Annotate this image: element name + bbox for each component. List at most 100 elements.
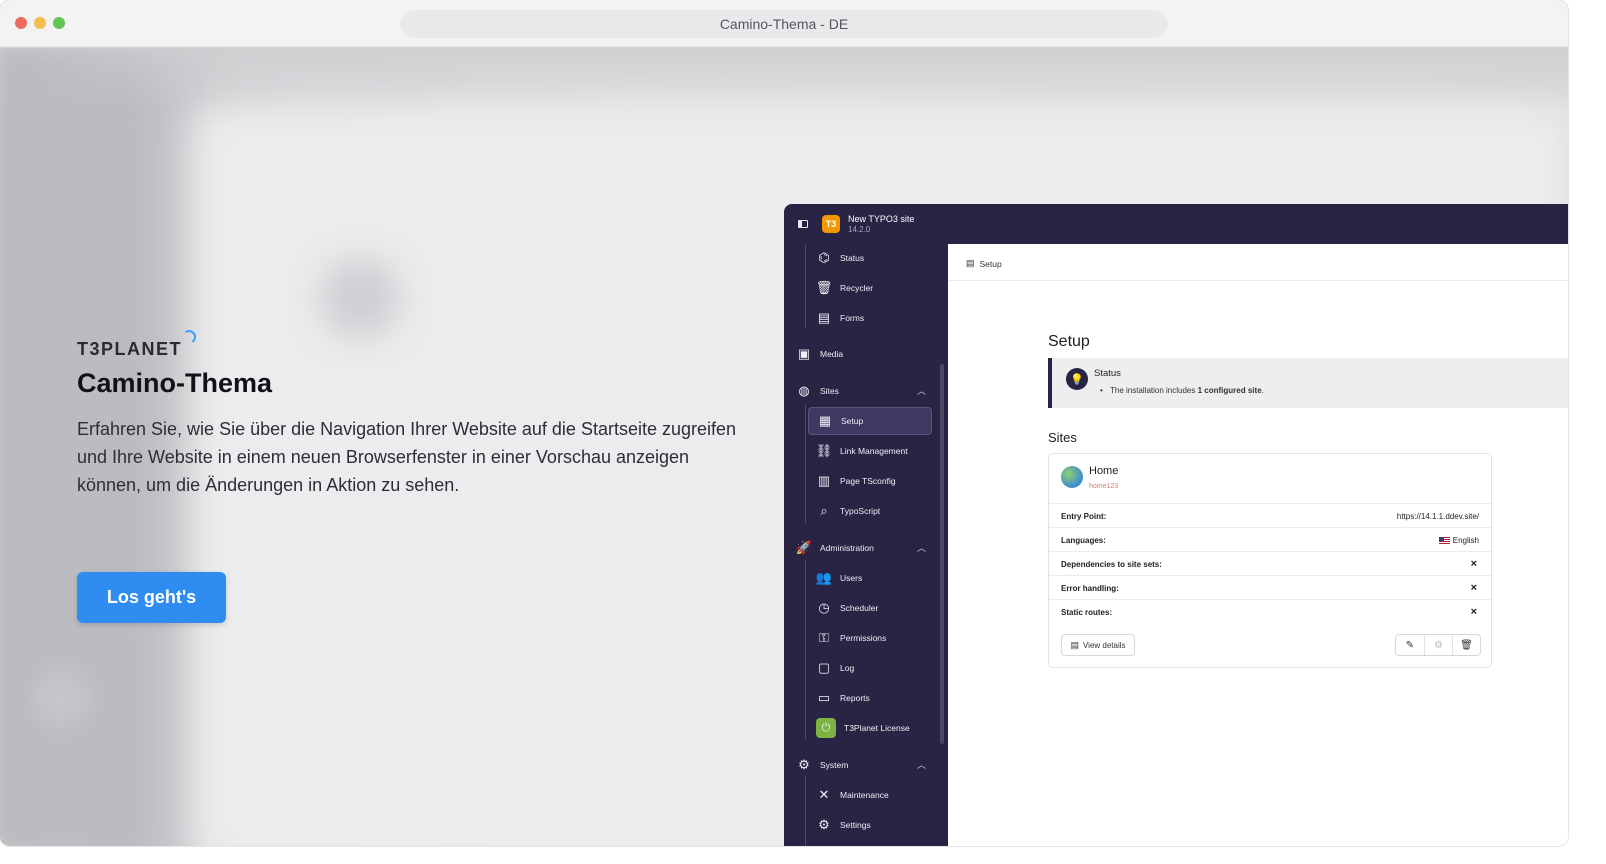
maximize-window-button[interactable] — [53, 17, 65, 29]
sidebar-item-maintenance[interactable]: ✕ Maintenance — [808, 781, 932, 809]
sidebar-item-log[interactable]: ▢ Log — [808, 654, 932, 682]
chevron-up-icon: ︿ — [916, 543, 926, 553]
sidebar-group-administration[interactable]: 🚀 Administration ︿ — [794, 534, 934, 562]
breadcrumb: ▤ Setup — [966, 258, 1002, 269]
rocket-icon: 🚀 — [795, 540, 813, 555]
tree-line — [805, 560, 806, 740]
sidebar-item-page-tsconfig[interactable]: ▥ Page TSconfig — [808, 467, 932, 495]
sidebar-item-label: Reports — [840, 693, 870, 703]
hero-section: T3PLANET Camino-Thema Erfahren Sie, wie … — [77, 328, 737, 623]
status-text-suffix: . — [1261, 386, 1264, 395]
sidebar-group-media[interactable]: ▣ Media — [794, 340, 934, 368]
gear-icon[interactable]: ⚙ — [1424, 635, 1452, 655]
us-flag-icon — [1438, 537, 1450, 544]
settings-icon: ⚙ — [818, 817, 830, 832]
sidebar-item-label: Settings — [840, 820, 871, 830]
background-blob-small — [30, 668, 90, 728]
form-icon: ▤ — [817, 310, 831, 325]
setup-heading: Setup — [1048, 333, 1090, 350]
site-name: New TYPO3 site — [848, 214, 915, 224]
error-handling-row: Error handling: × — [1049, 575, 1491, 599]
backend-topbar: T3 New TYPO3 site 14.2.0 — [784, 204, 1568, 244]
sidebar-item-scheduler[interactable]: ◷ Scheduler — [808, 594, 932, 622]
sidebar-item-t3planet-license[interactable]: ⏻ T3Planet License — [808, 714, 932, 742]
sidebar-item-label: Forms — [840, 313, 865, 323]
typo3-backend-screenshot: T3 New TYPO3 site 14.2.0 ⌬ Status 🗑 Recycl… — [784, 204, 1568, 846]
site-identifier: home123 — [1089, 483, 1119, 490]
typoscript-icon: ⌕ — [820, 503, 828, 518]
sidebar-item-label: Page TSconfig — [840, 476, 896, 486]
sidebar-item-label: Administration — [820, 543, 874, 553]
tree-line — [805, 404, 806, 524]
sidebar-item-label: Permissions — [840, 633, 887, 643]
row-label: Languages: — [1061, 536, 1106, 545]
hero-description: Erfahren Sie, wie Sie über die Navigatio… — [77, 419, 737, 495]
trash-icon: 🗑 — [815, 280, 833, 295]
site-card: Home home123 Entry Point: https://14.1.1… — [1048, 453, 1492, 668]
sidebar-item-label: Media — [820, 349, 844, 359]
status-callout: 💡 Status The installation includes 1 con… — [1048, 358, 1568, 408]
chevron-up-icon: ︿ — [916, 760, 926, 770]
page-title: Camino-Thema - DE — [719, 16, 849, 32]
sidebar-item-label: Log — [840, 663, 855, 673]
minimize-window-button[interactable] — [34, 17, 46, 29]
row-label: Dependencies to site sets: — [1061, 560, 1162, 569]
sidebar-toggle-icon[interactable] — [798, 220, 808, 228]
lightbulb-icon: 💡 — [1066, 368, 1088, 390]
status-message: The installation includes 1 configured s… — [1100, 386, 1264, 395]
chevron-up-icon: ︿ — [916, 386, 926, 396]
sidebar-item-label: Link Management — [840, 446, 908, 456]
close-window-button[interactable] — [15, 17, 27, 29]
backend-sidebar: ⌬ Status 🗑 Recycler ▤ Forms ▣ Media ◍ Sites ︿ … — [784, 244, 948, 846]
entry-point-link[interactable]: https://14.1.1.ddev.site/ — [1397, 512, 1479, 521]
backend-content: ▤ Setup Setup 💡 Status The installation … — [948, 244, 1568, 846]
sidebar-item-typoscript[interactable]: ⌕ TypoScript — [808, 497, 932, 525]
sidebar-item-settings[interactable]: ⚙ Settings — [808, 811, 932, 839]
sidebar-item-reports[interactable]: ▭ Reports — [808, 684, 932, 712]
delete-trash-icon[interactable]: 🗑 — [1452, 635, 1480, 655]
sidebar-item-label: TypoScript — [840, 506, 881, 516]
view-details-button[interactable]: ▤ View details — [1061, 634, 1135, 656]
browser-titlebar: Camino-Thema - DE — [0, 0, 1568, 47]
reports-icon: ▭ — [817, 690, 831, 705]
address-bar[interactable]: Camino-Thema - DE — [400, 10, 1168, 38]
sidebar-group-sites[interactable]: ◍ Sites ︿ — [794, 377, 934, 405]
site-title: Home — [1089, 465, 1119, 477]
t3planet-logo: T3PLANET — [77, 328, 737, 360]
sidebar-scrollbar[interactable] — [940, 364, 944, 744]
status-heading: Status — [1094, 368, 1121, 379]
language-name: English — [1452, 536, 1479, 545]
sidebar-item-label: System — [820, 760, 849, 770]
details-icon: ▤ — [1070, 639, 1079, 650]
globe-icon: ◍ — [798, 383, 810, 398]
sidebar-item-link-management[interactable]: ⛓ Link Management — [808, 437, 932, 465]
browser-window: Camino-Thema - DE T3PLANET Camino-Thema … — [0, 0, 1568, 846]
background-shade — [0, 48, 1568, 108]
row-label: Error handling: — [1061, 584, 1119, 593]
sidebar-item-users[interactable]: 👥 Users — [808, 564, 932, 592]
sidebar-item-recycler[interactable]: 🗑 Recycler — [808, 274, 932, 302]
sidebar-item-permissions[interactable]: ⚿ Permissions — [808, 624, 932, 652]
gear-icon: ⚙ — [798, 757, 810, 772]
status-icon: ⌬ — [818, 250, 830, 265]
sidebar-item-label: Status — [840, 253, 865, 263]
globe-icon — [1061, 466, 1083, 488]
sidebar-item-forms[interactable]: ▤ Forms — [808, 304, 932, 332]
sidebar-item-label: Sites — [820, 386, 839, 396]
clock-icon: ◷ — [818, 600, 830, 615]
site-actions: ✎ ⚙ 🗑 — [1395, 634, 1481, 656]
hero-title: Camino-Thema — [77, 368, 273, 398]
sites-heading: Sites — [1048, 430, 1077, 445]
cross-icon: × — [1470, 582, 1477, 594]
edit-pencil-icon[interactable]: ✎ — [1396, 635, 1424, 655]
sidebar-item-label: Scheduler — [840, 603, 879, 613]
sidebar-group-system[interactable]: ⚙ System ︿ — [794, 751, 934, 779]
start-tour-button[interactable]: Los geht's — [77, 572, 226, 623]
setup-icon: ▦ — [818, 413, 832, 428]
sidebar-item-setup[interactable]: ▦ Setup — [808, 407, 932, 435]
row-label: Static routes: — [1061, 608, 1113, 617]
sidebar-item-label: Setup — [841, 416, 864, 426]
log-icon: ▢ — [817, 660, 831, 675]
typo3-logo-icon: T3 — [822, 215, 840, 233]
sidebar-item-status[interactable]: ⌬ Status — [808, 244, 932, 272]
